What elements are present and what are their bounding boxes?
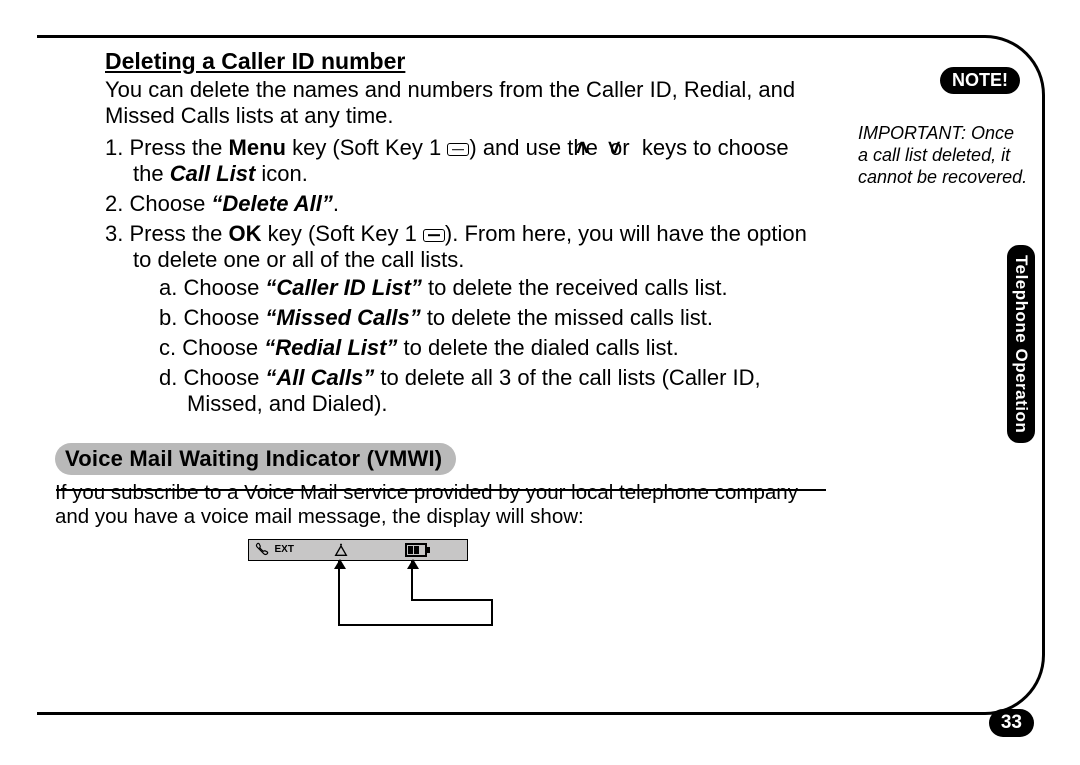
step-3: 3. Press the OK key (Soft Key 1 ). From … [105, 221, 810, 417]
intro-text: You can delete the names and numbers fro… [105, 77, 810, 129]
sub-step-c: c. Choose “Redial List” to delete the di… [159, 335, 810, 361]
lcd-illustration: EXT [248, 539, 508, 631]
handset-icon [255, 542, 269, 559]
section-heading-delete-cid: Deleting a Caller ID number [105, 48, 810, 75]
page-number: 33 [989, 709, 1034, 737]
section-divider [56, 489, 826, 491]
softkey-icon [423, 229, 445, 242]
sub-step-b: b. Choose “Missed Calls” to delete the m… [159, 305, 810, 331]
envelope-bell-icon [333, 543, 349, 560]
chapter-tab: Telephone Operation [1007, 245, 1035, 443]
callout-line [491, 599, 493, 626]
main-content: Deleting a Caller ID number You can dele… [105, 48, 810, 631]
lcd-ext-label: EXT [275, 544, 294, 556]
callout-arrow [411, 561, 413, 601]
sub-step-d: d. Choose “All Calls” to delete all 3 of… [159, 365, 810, 417]
step-1: 1. Press the Menu key (Soft Key 1 ) and … [105, 135, 810, 187]
step-list: 1. Press the Menu key (Soft Key 1 ) and … [105, 135, 810, 417]
sub-step-list: a. Choose “Caller ID List” to delete the… [133, 275, 810, 417]
lcd-bar: EXT [248, 539, 468, 561]
step-2: 2. Choose “Delete All”. [105, 191, 810, 217]
section-heading-vmwi: Voice Mail Waiting Indicator (VMWI) [55, 443, 456, 475]
note-badge: NOTE! [940, 67, 1020, 94]
softkey-icon [447, 143, 469, 156]
callout-line [411, 599, 493, 601]
manual-page: Deleting a Caller ID number You can dele… [0, 0, 1080, 765]
vmwi-text: If you subscribe to a Voice Mail service… [55, 481, 825, 529]
sub-step-a: a. Choose “Caller ID List” to delete the… [159, 275, 810, 301]
battery-icon [405, 543, 431, 557]
callout-arrow [338, 561, 340, 626]
callout-line [338, 624, 493, 626]
note-text: IMPORTANT: Once a call list deleted, it … [858, 123, 1028, 189]
